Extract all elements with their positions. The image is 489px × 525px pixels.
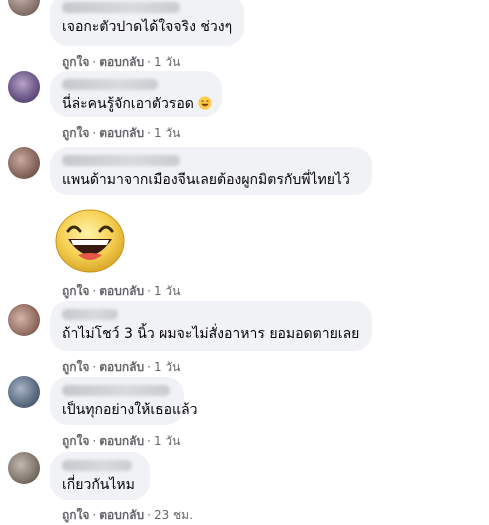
timestamp[interactable]: 1 วัน xyxy=(154,434,180,448)
comment-actions: ถูกใจ · ตอบกลับ · 1 วัน xyxy=(62,358,180,377)
separator: · xyxy=(92,360,97,374)
commenter-avatar[interactable] xyxy=(8,304,40,336)
separator: · xyxy=(92,508,97,522)
comment-bubble: แพนด้ามาจากเมืองจีนเลยต้องผูกมิตรกับพี่ไ… xyxy=(50,147,372,195)
comment-text: เกี่ยวกันไหม xyxy=(62,477,135,493)
separator: · xyxy=(147,360,151,374)
reply-link[interactable]: ตอบกลับ xyxy=(99,126,144,140)
comment-actions: ถูกใจ · ตอบกลับ · 1 วัน xyxy=(62,432,180,451)
comment-bubble: เจอกะตัวปาดได้ใจจริง ช่วงๆ xyxy=(50,0,244,46)
separator: · xyxy=(147,434,151,448)
like-link[interactable]: ถูกใจ xyxy=(62,360,89,374)
comment-text: ถ้าไม่โชว์ 3 นิ้ว ผมจะไม่สั่งอาหาร ยอมอด… xyxy=(62,326,360,342)
comment-bubble: นี่ล่ะคนรู้จักเอาตัวรอด xyxy=(50,71,222,117)
comment-actions: ถูกใจ · ตอบกลับ · 1 วัน xyxy=(62,53,180,72)
separator: · xyxy=(92,126,97,140)
comment-text: เป็นทุกอย่างให้เธอแล้ว xyxy=(62,402,198,418)
commenter-avatar[interactable] xyxy=(8,452,40,484)
comment-actions: ถูกใจ · ตอบกลับ · 23 ชม. xyxy=(62,506,193,525)
reply-link[interactable]: ตอบกลับ xyxy=(99,508,144,522)
like-link[interactable]: ถูกใจ xyxy=(62,508,89,522)
commenter-name-blurred[interactable] xyxy=(62,385,170,396)
like-link[interactable]: ถูกใจ xyxy=(62,126,89,140)
separator: · xyxy=(92,434,97,448)
comment-bubble: เป็นทุกอย่างให้เธอแล้ว xyxy=(50,377,198,425)
laughing-face-sticker xyxy=(55,209,125,273)
comment-actions: ถูกใจ · ตอบกลับ · 1 วัน xyxy=(62,282,180,301)
laughing-emoji-icon xyxy=(198,96,212,110)
reply-link[interactable]: ตอบกลับ xyxy=(99,434,144,448)
reply-link[interactable]: ตอบกลับ xyxy=(99,360,144,374)
reply-link[interactable]: ตอบกลับ xyxy=(99,55,144,69)
separator: · xyxy=(147,508,151,522)
commenter-avatar[interactable] xyxy=(8,71,40,103)
commenter-name-blurred[interactable] xyxy=(62,155,180,166)
like-link[interactable]: ถูกใจ xyxy=(62,284,89,298)
separator: · xyxy=(92,284,97,298)
commenter-name-blurred[interactable] xyxy=(62,460,132,471)
like-link[interactable]: ถูกใจ xyxy=(62,434,89,448)
separator: · xyxy=(92,55,97,69)
comment-text: แพนด้ามาจากเมืองจีนเลยต้องผูกมิตรกับพี่ไ… xyxy=(62,172,350,188)
commenter-name-blurred[interactable] xyxy=(62,79,158,90)
commenter-name-blurred[interactable] xyxy=(62,309,118,320)
separator: · xyxy=(147,284,151,298)
timestamp[interactable]: 1 วัน xyxy=(154,284,180,298)
comment-bubble: ถ้าไม่โชว์ 3 นิ้ว ผมจะไม่สั่งอาหาร ยอมอด… xyxy=(50,301,372,351)
commenter-name-blurred[interactable] xyxy=(62,2,180,13)
reply-link[interactable]: ตอบกลับ xyxy=(99,284,144,298)
separator: · xyxy=(147,126,151,140)
commenter-avatar[interactable] xyxy=(8,147,40,179)
comment-text-content: นี่ล่ะคนรู้จักเอาตัวรอด xyxy=(62,96,194,112)
comment-actions: ถูกใจ · ตอบกลับ · 1 วัน xyxy=(62,124,180,143)
separator: · xyxy=(147,55,151,69)
like-link[interactable]: ถูกใจ xyxy=(62,55,89,69)
comment-bubble: เกี่ยวกันไหม xyxy=(50,452,150,500)
timestamp[interactable]: 1 วัน xyxy=(154,55,180,69)
timestamp[interactable]: 23 ชม. xyxy=(154,508,193,522)
comment-text: เจอกะตัวปาดได้ใจจริง ช่วงๆ xyxy=(62,19,233,35)
timestamp[interactable]: 1 วัน xyxy=(154,360,180,374)
commenter-avatar[interactable] xyxy=(8,0,40,16)
timestamp[interactable]: 1 วัน xyxy=(154,126,180,140)
commenter-avatar[interactable] xyxy=(8,376,40,408)
comment-text: นี่ล่ะคนรู้จักเอาตัวรอด xyxy=(62,95,212,113)
